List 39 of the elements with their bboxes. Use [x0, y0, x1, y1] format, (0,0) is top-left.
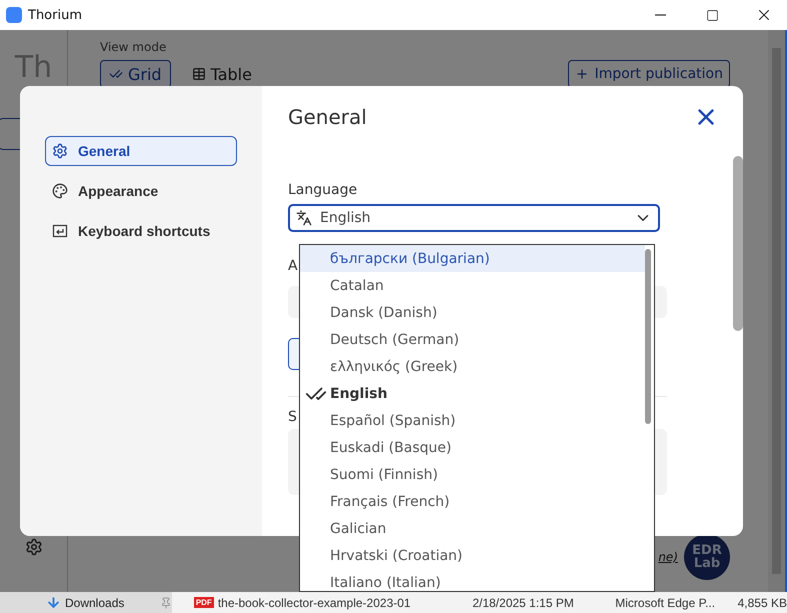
enter-key-icon — [52, 223, 68, 239]
app-logo-icon — [6, 7, 22, 23]
settings-nav-item[interactable]: Appearance — [45, 176, 237, 206]
plus-icon — [574, 67, 589, 81]
settings-icon — [52, 143, 68, 159]
section-label: S — [288, 409, 297, 425]
language-option[interactable]: български (Bulgarian) — [300, 245, 645, 272]
file-type: Microsoft Edge P... — [615, 596, 716, 610]
double-check-icon — [109, 67, 123, 81]
import-button[interactable]: Import publication — [568, 60, 730, 88]
language-label: Language — [288, 182, 358, 198]
view-mode-label: View mode — [100, 40, 168, 54]
translate-icon — [296, 210, 312, 226]
view-mode-tab[interactable]: Grid — [100, 60, 171, 88]
footer-link[interactable]: ne) — [658, 550, 678, 564]
settings-nav-item[interactable]: Keyboard shortcuts — [45, 216, 237, 246]
language-field[interactable]: English — [288, 204, 660, 232]
download-icon — [46, 595, 61, 610]
palette-icon — [52, 183, 68, 199]
maximize-icon — [706, 8, 718, 22]
dropdown-scrollbar[interactable] — [645, 249, 651, 424]
view-mode-tab[interactable]: Table — [182, 60, 261, 88]
file-size: 4,855 KB — [736, 596, 787, 610]
minimize-icon — [654, 14, 666, 16]
pdf-file-icon: PDF — [194, 597, 214, 608]
window-title: Thorium — [28, 8, 83, 22]
folder-item[interactable]: Downloads — [0, 592, 172, 613]
table-icon — [192, 67, 206, 81]
file-date: 2/18/2025 1:15 PM — [472, 596, 575, 610]
panel-scrollbar[interactable] — [733, 156, 743, 331]
pin-icon — [160, 596, 172, 608]
panel-title: General — [288, 105, 367, 129]
brand-logo: EDR Lab — [684, 534, 730, 580]
settings-nav-item[interactable]: General — [45, 136, 237, 166]
settings-icon[interactable] — [24, 538, 42, 556]
scrollbar[interactable] — [768, 30, 785, 592]
folder-name: Downloads — [65, 596, 126, 610]
file-name: the-book-collector-example-2023-01 — [218, 596, 412, 610]
section-label: A — [288, 258, 298, 274]
